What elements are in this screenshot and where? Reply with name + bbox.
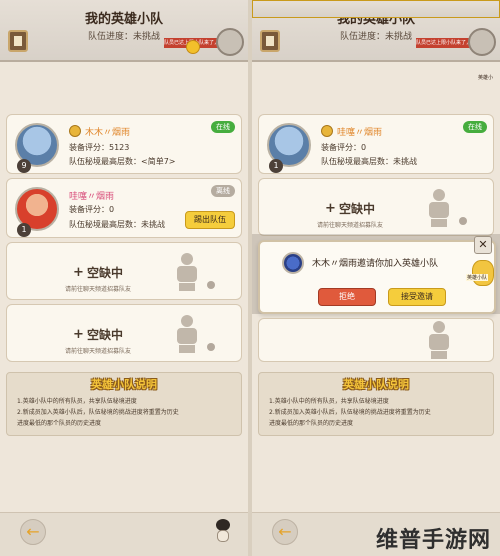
gear-score: 装备评分：0 xyxy=(69,205,115,214)
notice-banner: 队员已达上限小队来了，通关后还能获得额外奖励 xyxy=(416,38,472,48)
rank-badge-icon xyxy=(69,125,81,137)
rules-title: 英雄小队说明 xyxy=(343,378,409,391)
recruit-figure-icon xyxy=(423,321,455,361)
ball-icon xyxy=(459,217,467,225)
empty-slot[interactable]: + 空缺中 请前往聊天频道招募队友 xyxy=(258,178,494,236)
ball-icon xyxy=(207,281,215,289)
empty-slot-title: 空缺中 xyxy=(87,328,124,342)
close-icon[interactable]: ✕ xyxy=(474,236,492,254)
rules-panel: 英雄小队说明 1.英雄小队中的所有队员，共享队伍秘境进度 2.新成员加入英雄小队… xyxy=(258,372,494,436)
level-badge: 1 xyxy=(17,223,31,237)
footer-bar: ← xyxy=(0,512,248,556)
empty-slot-hint: 请前往聊天频道招募队友 xyxy=(317,222,384,229)
member-card: 9 木木〃烟雨 在线 装备评分：5123 队伍秘境最高层数：<简单7> xyxy=(6,114,242,174)
mascot-bubble-label: 英雄小 xyxy=(478,75,494,81)
mascot-icon[interactable] xyxy=(472,260,494,286)
ball-icon xyxy=(207,343,215,351)
status-badge: 在线 xyxy=(211,121,235,133)
empty-slot[interactable]: + 空缺中 请前往聊天频道招募队友 xyxy=(6,242,242,300)
rules-line: 2.新成员加入英雄小队后，队伍秘境的挑战进度将重置为历史 xyxy=(17,409,179,416)
reject-button[interactable]: 拒绝 xyxy=(318,288,376,306)
dungeon-progress: 队伍秘境最高层数：未挑战 xyxy=(69,220,165,229)
team-panel-left: 我的英雄小队 队伍进度：未挑战 队员已达上限小队来了，通关后还能获得额外奖励 9… xyxy=(0,0,248,556)
empty-slot-title: 空缺中 xyxy=(339,202,376,216)
kick-member-button[interactable]: 踢出队伍 xyxy=(185,211,235,229)
rules-line: 2.新成员加入英雄小队后，队伍秘境的挑战进度将重置为历史 xyxy=(269,409,431,416)
member-card: 1 哇噻〃烟雨 在线 装备评分：0 队伍秘境最高层数：未挑战 xyxy=(258,114,494,174)
mascot-icon[interactable] xyxy=(214,519,232,543)
back-button[interactable]: ← xyxy=(20,519,46,545)
avatar[interactable] xyxy=(216,28,244,56)
inviter-avatar xyxy=(282,252,304,274)
back-button[interactable]: ← xyxy=(272,519,298,545)
invite-message: 木木〃烟雨邀请你加入英雄小队 xyxy=(312,259,439,269)
status-badge: 在线 xyxy=(463,121,487,133)
gear-score: 装备评分：0 xyxy=(321,143,367,152)
dungeon-progress: 队伍秘境最高层数：<简单7> xyxy=(69,157,176,166)
level-badge: 9 xyxy=(17,159,31,173)
member-name: 哇噻〃烟雨 xyxy=(337,128,383,138)
mascot-label: 英雄小队 xyxy=(466,274,489,281)
empty-slot-hint: 请前往聊天频道招募队友 xyxy=(65,348,132,355)
dungeon-progress: 队伍秘境最高层数：未挑战 xyxy=(321,157,417,166)
team-panel-right: 我的英雄小队 队伍进度：未挑战 队员已达上限小队来了，通关后还能获得额外奖励 英… xyxy=(252,0,500,556)
rules-line: 进度最低的那个队员的历史进度 xyxy=(269,420,354,427)
rules-line: 进度最低的那个队员的历史进度 xyxy=(17,420,102,427)
invite-dialog: 木木〃烟雨邀请你加入英雄小队 拒绝 接受邀请 ✕ 英雄小队 xyxy=(258,236,496,314)
accept-invite-button[interactable]: 接受邀请 xyxy=(388,288,446,306)
empty-slot-hint: 请前往聊天频道招募队友 xyxy=(65,286,132,293)
rules-panel: 英雄小队说明 1.英雄小队中的所有队员，共享队伍秘境进度 2.新成员加入英雄小队… xyxy=(6,372,242,436)
member-name: 木木〃烟雨 xyxy=(85,128,131,138)
book-icon[interactable] xyxy=(8,30,28,52)
gear-score: 装备评分：5123 xyxy=(69,143,130,152)
member-name: 哇噻〃烟雨 xyxy=(69,192,115,202)
rules-title: 英雄小队说明 xyxy=(91,378,157,391)
bell-icon[interactable] xyxy=(186,40,200,54)
page-title: 我的英雄小队 xyxy=(84,12,163,27)
recruit-figure-icon xyxy=(171,315,203,355)
recruit-figure-icon xyxy=(423,189,455,229)
status-badge: 离线 xyxy=(211,185,235,197)
plus-icon: + xyxy=(73,327,84,342)
empty-slot[interactable] xyxy=(258,318,494,362)
rules-line: 1.英雄小队中的所有队员，共享队伍秘境进度 xyxy=(269,398,389,405)
mascot-bubble-icon[interactable] xyxy=(252,0,500,18)
recruit-figure-icon xyxy=(171,253,203,293)
level-badge: 1 xyxy=(269,159,283,173)
empty-slot-title: 空缺中 xyxy=(87,266,124,280)
plus-icon: + xyxy=(325,201,336,216)
member-card: 1 哇噻〃烟雨 离线 装备评分：0 队伍秘境最高层数：未挑战 踢出队伍 xyxy=(6,178,242,238)
plus-icon: + xyxy=(73,265,84,280)
watermark: 维普手游网 xyxy=(376,528,492,553)
empty-slot[interactable]: + 空缺中 请前往聊天频道招募队友 xyxy=(6,304,242,362)
avatar[interactable] xyxy=(468,28,496,56)
book-icon[interactable] xyxy=(260,30,280,52)
header: 我的英雄小队 队伍进度：未挑战 队员已达上限小队来了，通关后还能获得额外奖励 xyxy=(0,0,248,62)
rules-line: 1.英雄小队中的所有队员，共享队伍秘境进度 xyxy=(17,398,137,405)
rank-badge-icon xyxy=(321,125,333,137)
